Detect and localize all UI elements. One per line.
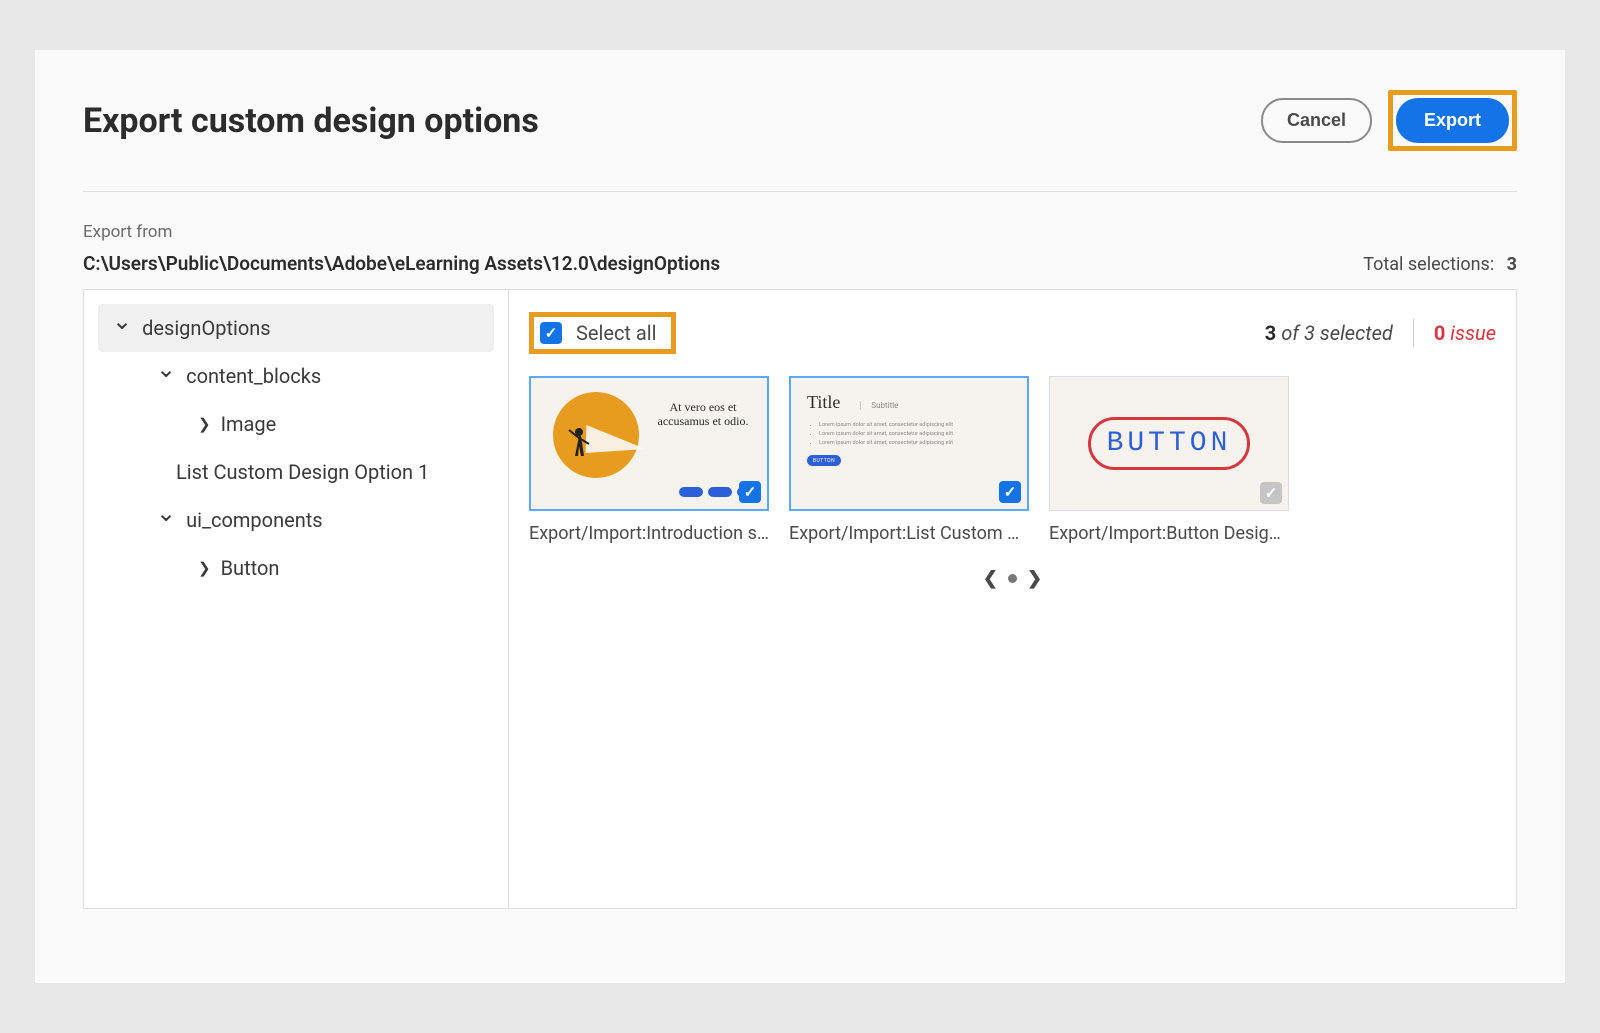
thumbnail-title: Title (807, 392, 840, 413)
thumbnail-card[interactable]: At vero eos et accusamus et odio. ✓ Expo… (529, 376, 769, 544)
thumbnail-preview: Title Subtitle Lorem ipsum dolor sit ame… (789, 376, 1029, 511)
total-selections-label: Total selections: (1363, 254, 1494, 275)
thumbnail-grid-panel: ✓ Select all 3 of 3 selected 0 (509, 290, 1516, 908)
pager-prev-icon[interactable]: ❮ (983, 568, 998, 589)
thumbnail-preview: At vero eos et accusamus et odio. ✓ (529, 376, 769, 511)
card-checkbox[interactable]: ✓ (999, 481, 1021, 503)
thumbnail-cards: At vero eos et accusamus et odio. ✓ Expo… (529, 376, 1496, 544)
select-all-label: Select all (576, 321, 657, 345)
grid-toolbar: ✓ Select all 3 of 3 selected 0 (529, 312, 1496, 354)
selected-count: 3 of 3 selected (1265, 321, 1393, 345)
thumbnail-button-shape: BUTTON (1088, 417, 1251, 470)
thumbnail-card[interactable]: BUTTON ✓ Export/Import:Button Design O… (1049, 376, 1289, 544)
folder-tree: designOptions content_blocks Image List … (84, 290, 509, 908)
divider (1413, 319, 1414, 347)
issue-count: 0 issue (1434, 321, 1496, 345)
thumbnail-text: At vero eos et accusamus et odio. (653, 400, 753, 429)
person-icon (567, 426, 595, 470)
tree-item-button[interactable]: Button (98, 544, 494, 592)
card-checkbox[interactable]: ✓ (739, 481, 761, 503)
tree-label: Image (221, 412, 277, 436)
chevron-right-icon (198, 559, 211, 577)
tree-item-ui-components[interactable]: ui_components (98, 496, 494, 544)
tree-item-content-blocks[interactable]: content_blocks (98, 352, 494, 400)
header-buttons: Cancel Export (1261, 90, 1517, 151)
tree-label: designOptions (142, 316, 271, 340)
export-dialog: Export custom design options Cancel Expo… (35, 50, 1565, 983)
tree-item-image[interactable]: Image (98, 400, 494, 448)
thumbnail-preview: BUTTON ✓ (1049, 376, 1289, 511)
export-button-highlight: Export (1388, 90, 1517, 151)
card-label: Export/Import:List Custom Desi… (789, 523, 1029, 544)
card-checkbox[interactable]: ✓ (1260, 482, 1282, 504)
tree-label: Button (221, 556, 280, 580)
export-from-label: Export from (83, 222, 1517, 242)
select-all-highlight: ✓ Select all (529, 312, 676, 354)
thumbnail-list: Lorem ipsum dolor sit amet, consectetur … (807, 421, 1011, 447)
pager: ❮ ❯ (529, 568, 1496, 589)
pager-next-icon[interactable]: ❯ (1027, 568, 1042, 589)
export-path: C:\Users\Public\Documents\Adobe\eLearnin… (83, 252, 720, 275)
export-button[interactable]: Export (1396, 98, 1509, 143)
dialog-header: Export custom design options Cancel Expo… (83, 90, 1517, 192)
thumbnail-subtitle: Subtitle (860, 401, 898, 410)
chevron-down-icon (156, 511, 176, 529)
content-row: designOptions content_blocks Image List … (83, 289, 1517, 909)
tree-label: content_blocks (186, 364, 321, 388)
chevron-down-icon (156, 367, 176, 385)
chevron-down-icon (112, 319, 132, 337)
total-selections: Total selections: 3 (1363, 254, 1517, 275)
select-all-checkbox[interactable]: ✓ (540, 322, 562, 344)
tree-label: ui_components (186, 508, 323, 532)
meta-section: Export from C:\Users\Public\Documents\Ad… (83, 222, 1517, 275)
chevron-right-icon (198, 415, 211, 433)
dialog-title: Export custom design options (83, 101, 539, 141)
tree-item-list-cdo[interactable]: List Custom Design Option 1 (98, 448, 494, 496)
total-selections-count: 3 (1507, 254, 1517, 275)
tree-item-design-options[interactable]: designOptions (98, 304, 494, 352)
card-label: Export/Import:Button Design O… (1049, 523, 1289, 544)
card-label: Export/Import:Introduction slid… (529, 523, 769, 544)
selection-counts: 3 of 3 selected 0 issue (1265, 319, 1496, 347)
thumbnail-chip: BUTTON (807, 455, 841, 466)
tree-label: List Custom Design Option 1 (176, 460, 429, 484)
pager-dot[interactable] (1008, 574, 1017, 583)
thumbnail-card[interactable]: Title Subtitle Lorem ipsum dolor sit ame… (789, 376, 1029, 544)
cancel-button[interactable]: Cancel (1261, 98, 1372, 143)
